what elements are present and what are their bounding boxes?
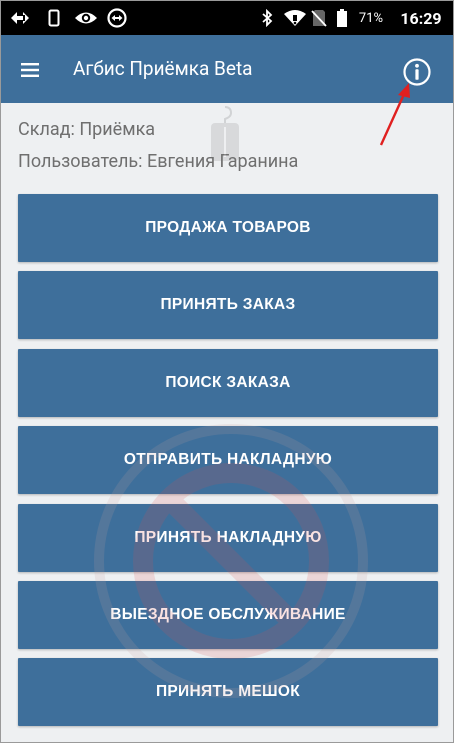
field-service-button[interactable]: ВЫЕЗДНОЕ ОБСЛУЖИВАНИЕ [18, 581, 438, 649]
app-title: Агбис Приёмка Beta [73, 57, 253, 80]
battery-percent: 71% [358, 10, 384, 26]
clock: 16:29 [400, 8, 442, 28]
accept-order-button[interactable]: ПРИНЯТЬ ЗАКАЗ [18, 271, 438, 339]
remote-icon [105, 1, 129, 35]
battery-icon [335, 1, 349, 35]
user-label: Пользователь: Евгения Гаранина [18, 151, 299, 172]
sell-goods-button[interactable]: ПРОДАЖА ТОВАРОВ [18, 194, 438, 262]
status-bar: 71% 16:29 [1, 1, 453, 35]
warehouse-label: Склад: Приёмка [18, 119, 156, 140]
accept-bag-button[interactable]: ПРИНЯТЬ МЕШОК [18, 658, 438, 726]
no-sim-icon [309, 1, 329, 35]
search-order-button[interactable]: ПОИСК ЗАКАЗА [18, 349, 438, 417]
phone-screen: 71% 16:29 Агбис Приёмка Beta Склад: Приё… [0, 0, 454, 743]
bluetooth-icon [257, 1, 277, 35]
sim-card-icon [45, 1, 63, 35]
signal-sync-icon [7, 1, 33, 35]
app-bar: Агбис Приёмка Beta [1, 35, 453, 103]
hamburger-menu-icon[interactable] [15, 55, 45, 85]
accept-invoice-button[interactable]: ПРИНЯТЬ НАКЛАДНУЮ [18, 504, 438, 572]
eye-icon [73, 1, 99, 35]
wifi-icon [281, 1, 309, 35]
send-invoice-button[interactable]: ОТПРАВИТЬ НАКЛАДНУЮ [18, 426, 438, 494]
info-icon[interactable] [401, 56, 433, 88]
